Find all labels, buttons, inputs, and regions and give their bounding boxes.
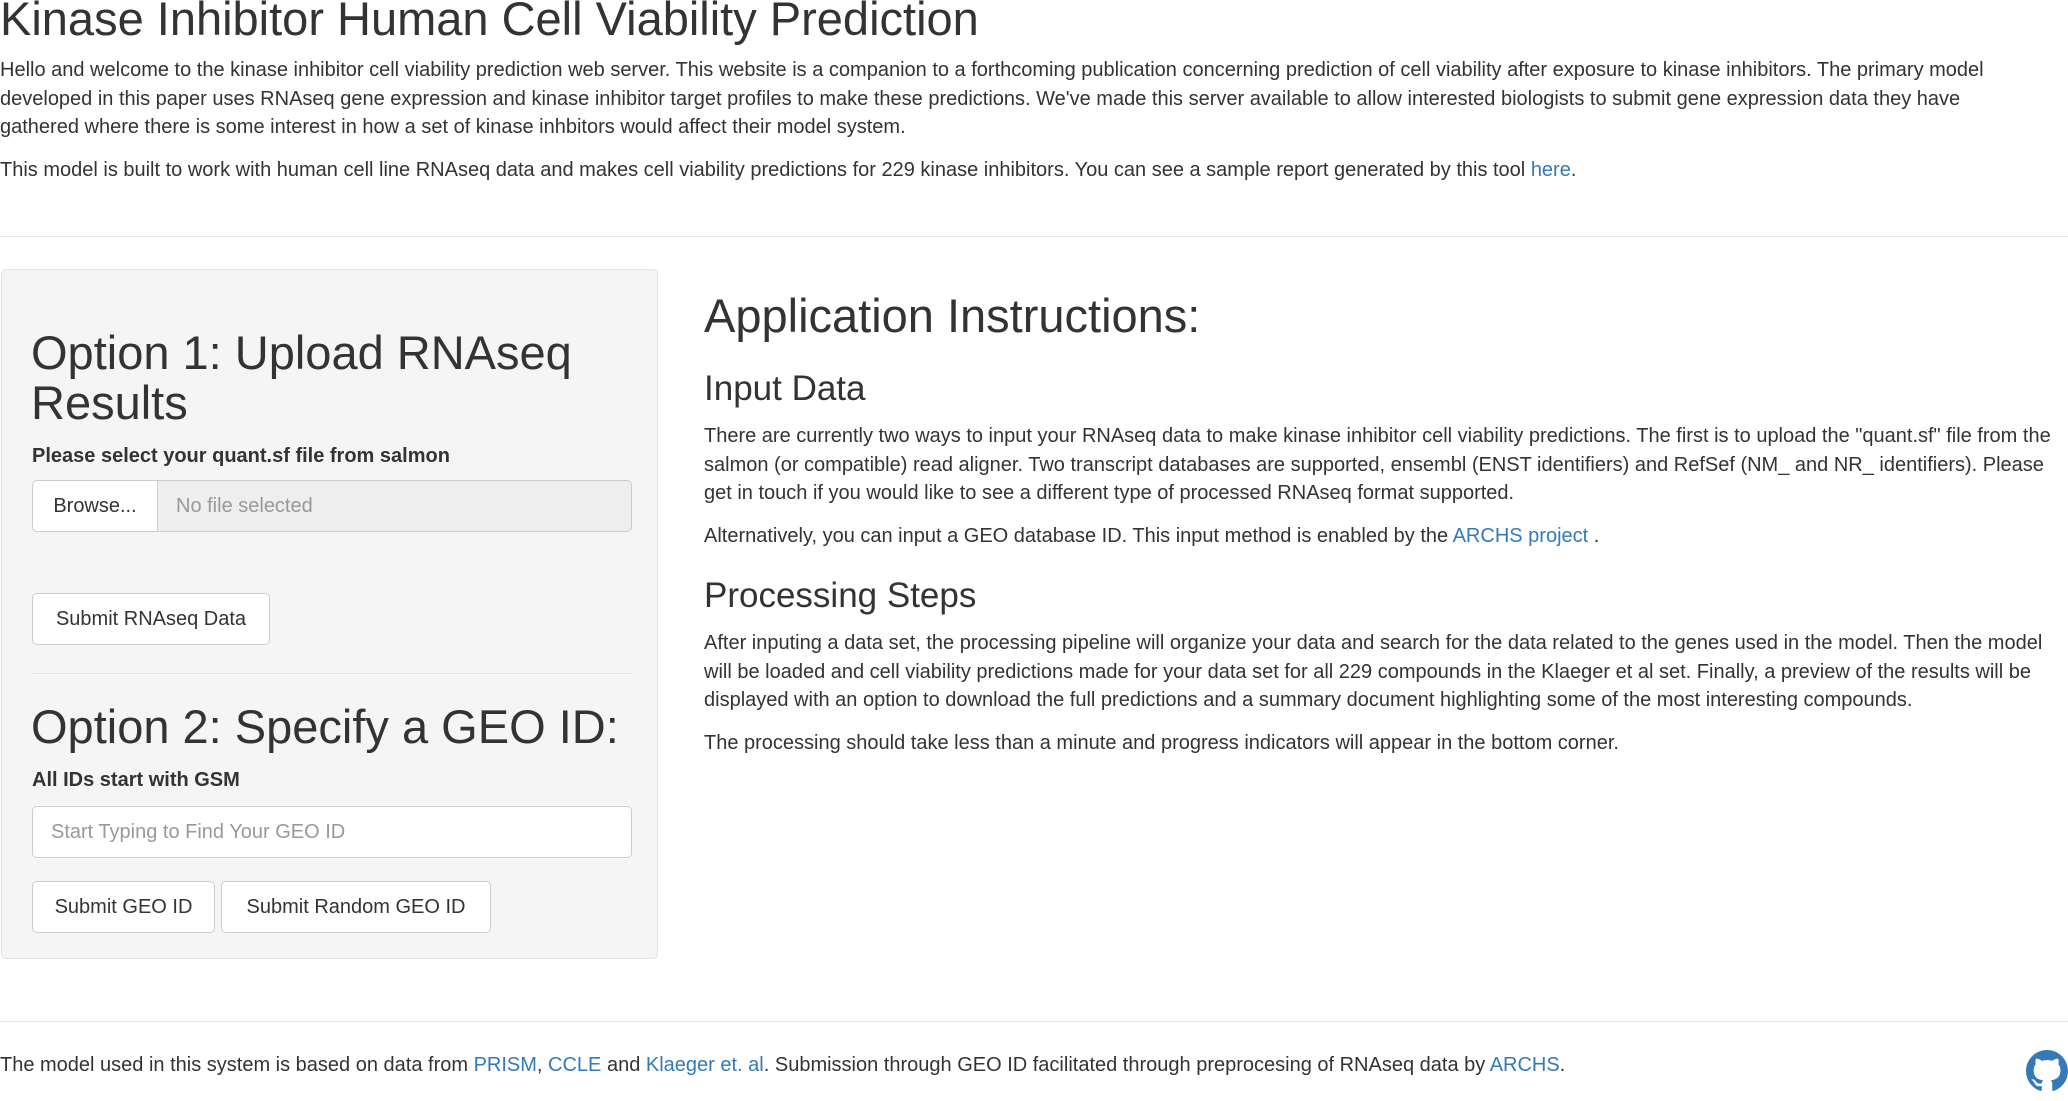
file-upload: Browse... No file selected — [32, 480, 632, 532]
archs-link[interactable]: ARCHS — [1490, 1054, 1560, 1076]
intro-sample-text: This model is built to work with human c… — [0, 158, 1531, 181]
processing-paragraph: After inputing a data set, the processin… — [704, 632, 2043, 712]
bottom-divider — [0, 1021, 2068, 1022]
option2-label: All IDs start with GSM — [32, 769, 240, 791]
processing-time-paragraph: The processing should take less than a m… — [704, 731, 1619, 754]
option1-heading: Option 1: Upload RNAseq Results — [31, 326, 572, 429]
klaeger-link[interactable]: Klaeger et. al — [646, 1054, 764, 1076]
browse-button[interactable]: Browse... — [32, 480, 158, 532]
github-icon[interactable] — [2026, 1050, 2068, 1092]
footer-text: , — [536, 1054, 549, 1076]
input-sidebar: Option 1: Upload RNAseq Results Please s… — [1, 269, 658, 959]
ccle-link[interactable]: CCLE — [548, 1054, 601, 1076]
footer: The model used in this system is based o… — [0, 1051, 1900, 1080]
footer-text: . Submission through GEO ID facilitated … — [763, 1054, 1490, 1076]
intro: Hello and welcome to the kinase inhibito… — [0, 56, 2040, 198]
submit-random-geo-button[interactable]: Submit Random GEO ID — [221, 881, 491, 933]
input-data-heading: Input Data — [704, 368, 866, 408]
input-data-paragraph: There are currently two ways to input yo… — [704, 425, 2051, 505]
footer-text: The model used in this system is based o… — [0, 1054, 474, 1076]
prism-link[interactable]: PRISM — [474, 1054, 537, 1076]
geo-input-text: Alternatively, you can input a GEO datab… — [704, 524, 1453, 547]
processing-steps-heading: Processing Steps — [704, 575, 977, 615]
geo-id-input[interactable] — [32, 806, 632, 858]
option2-heading: Option 2: Specify a GEO ID: — [31, 700, 619, 753]
sidebar-divider — [32, 673, 632, 674]
page-title: Kinase Inhibitor Human Cell Viability Pr… — [0, 0, 979, 45]
option1-label: Please select your quant.sf file from sa… — [32, 445, 450, 467]
intro-sample-paragraph: This model is built to work with human c… — [0, 156, 2040, 185]
submit-geo-button[interactable]: Submit GEO ID — [32, 881, 215, 933]
top-divider — [0, 236, 2068, 237]
instructions-panel: Application Instructions: Input Data The… — [704, 290, 2054, 757]
sample-report-link[interactable]: here — [1531, 159, 1571, 181]
footer-text: and — [601, 1054, 646, 1076]
github-icon-graphic — [2026, 1050, 2068, 1091]
instructions-heading: Application Instructions: — [704, 289, 1201, 342]
archs-project-link[interactable]: ARCHS project — [1453, 525, 1589, 547]
footer-text: . — [1559, 1054, 1566, 1076]
geo-input-end: . — [1588, 524, 1600, 547]
submit-rnaseq-button[interactable]: Submit RNAseq Data — [32, 593, 270, 645]
geo-input-paragraph: Alternatively, you can input a GEO datab… — [704, 522, 2054, 551]
intro-sample-end: . — [1570, 158, 1577, 181]
intro-paragraph: Hello and welcome to the kinase inhibito… — [0, 59, 1984, 139]
file-name-display[interactable]: No file selected — [158, 480, 632, 532]
